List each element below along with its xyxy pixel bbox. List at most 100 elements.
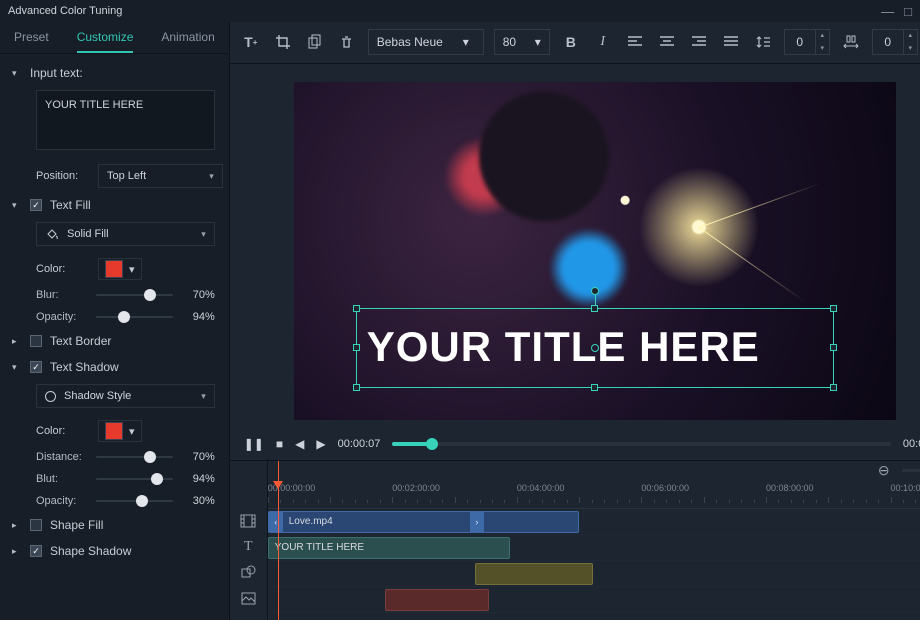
position-select[interactable]: Top Left ▾ [98, 164, 223, 188]
preview-canvas[interactable]: YOUR TITLE HERE [294, 82, 896, 420]
shape-fill-checkbox[interactable] [30, 519, 42, 531]
ruler-label: 00:04:00:00 [517, 483, 565, 493]
resize-handle[interactable] [353, 305, 360, 312]
shadow-distance-slider[interactable] [96, 450, 173, 464]
ruler-label: 00:08:00:00 [766, 483, 814, 493]
shadow-color-picker[interactable]: ▾ [98, 420, 142, 442]
section-text-fill[interactable]: ▾ Text Fill [8, 192, 229, 218]
tab-preset[interactable]: Preset [14, 22, 49, 53]
shadow-style-select[interactable]: Shadow Style ▾ [36, 384, 215, 408]
resize-handle[interactable] [353, 344, 360, 351]
chevron-down-icon: ▾ [12, 200, 22, 211]
shape-lane[interactable] [268, 561, 920, 587]
video-lane[interactable]: ‹ Love.mp4 › [268, 509, 920, 535]
fill-color-picker[interactable]: ▾ [98, 258, 142, 280]
spacing-1-input[interactable]: 0 ▴▾ [784, 29, 830, 55]
shape-shadow-checkbox[interactable] [30, 545, 42, 557]
section-text-shadow[interactable]: ▾ Text Shadow [8, 354, 229, 380]
playhead[interactable] [278, 461, 279, 620]
blur-value: 70% [181, 289, 215, 301]
center-handle[interactable] [591, 344, 599, 352]
shape-fill-header: Shape Fill [50, 518, 103, 532]
fill-opacity-slider[interactable] [96, 310, 173, 324]
pause-button[interactable]: ❚❚ [244, 437, 264, 451]
stop-button[interactable]: ■ [276, 437, 283, 451]
title-lane[interactable]: YOUR TITLE HERE [268, 535, 920, 561]
blur-value: 94% [181, 473, 215, 485]
align-justify-icon[interactable] [720, 31, 742, 53]
chevron-right-icon: ▸ [12, 546, 22, 557]
window-titlebar: Advanced Color Tuning — □ [0, 0, 920, 22]
video-track-icon[interactable] [230, 508, 267, 534]
fill-mode-select[interactable]: Solid Fill ▾ [36, 222, 215, 246]
window-max-icon[interactable]: □ [904, 4, 912, 19]
text-fill-checkbox[interactable] [30, 199, 42, 211]
text-shadow-checkbox[interactable] [30, 361, 42, 373]
letter-spacing-icon[interactable] [840, 31, 862, 53]
resize-handle[interactable] [591, 305, 598, 312]
line-height-icon[interactable] [752, 31, 774, 53]
text-fill-header: Text Fill [50, 198, 91, 212]
spacing-2-input[interactable]: 0 ▴▾ [872, 29, 918, 55]
chevron-down-icon: ▾ [129, 425, 135, 438]
trash-icon[interactable] [336, 31, 358, 53]
clip-label: YOUR TITLE HERE [275, 542, 364, 553]
text-border-checkbox[interactable] [30, 335, 42, 347]
image-lane[interactable] [268, 587, 920, 613]
title-text-input[interactable]: YOUR TITLE HERE [36, 90, 215, 150]
resize-handle[interactable] [830, 384, 837, 391]
blur-label: Blur: [36, 289, 88, 301]
section-shape-fill[interactable]: ▸ Shape Fill [8, 512, 229, 538]
duplicate-icon[interactable] [304, 31, 326, 53]
section-shape-shadow[interactable]: ▸ Shape Shadow [8, 538, 229, 564]
next-frame-button[interactable]: ▶ [316, 437, 325, 451]
step-down-icon[interactable]: ▾ [903, 42, 917, 55]
step-down-icon[interactable]: ▾ [815, 42, 829, 55]
distance-value: 70% [181, 451, 215, 463]
italic-button[interactable]: I [592, 31, 614, 53]
crop-icon[interactable] [272, 31, 294, 53]
resize-handle[interactable] [830, 344, 837, 351]
text-track-icon[interactable]: T [230, 534, 267, 560]
step-up-icon[interactable]: ▴ [903, 29, 917, 42]
tab-animation[interactable]: Animation [161, 22, 214, 53]
ruler-label: 00:06:00:00 [641, 483, 689, 493]
clip-trim-left[interactable]: ‹ [269, 512, 283, 532]
align-right-icon[interactable] [688, 31, 710, 53]
chevron-down-icon: ▾ [201, 391, 206, 402]
section-text-border[interactable]: ▸ Text Border [8, 328, 229, 354]
image-track-icon[interactable] [230, 586, 267, 612]
shape-clip[interactable] [475, 563, 593, 585]
opacity-value: 30% [181, 495, 215, 507]
progress-thumb[interactable] [426, 438, 438, 450]
step-up-icon[interactable]: ▴ [815, 29, 829, 42]
resize-handle[interactable] [591, 384, 598, 391]
section-input-text[interactable]: ▾ Input text: [8, 60, 229, 86]
align-center-icon[interactable] [656, 31, 678, 53]
shape-track-icon[interactable] [230, 560, 267, 586]
title-clip[interactable]: YOUR TITLE HERE [268, 537, 510, 559]
resize-handle[interactable] [830, 305, 837, 312]
clip-trim-right[interactable]: › [470, 512, 484, 532]
title-bounding-box[interactable]: YOUR TITLE HERE [356, 308, 834, 388]
font-size-select[interactable]: 80 ▾ [494, 29, 550, 55]
zoom-out-button[interactable]: ⊖ [876, 462, 892, 479]
font-select[interactable]: Bebas Neue ▾ [368, 29, 484, 55]
tab-customize[interactable]: Customize [77, 22, 134, 53]
chevron-right-icon: ▸ [12, 520, 22, 531]
align-left-icon[interactable] [624, 31, 646, 53]
window-min-icon[interactable]: — [881, 4, 894, 19]
progress-slider[interactable] [392, 442, 891, 446]
resize-handle[interactable] [353, 384, 360, 391]
prev-frame-button[interactable]: ◀ [295, 437, 304, 451]
shadow-opacity-slider[interactable] [96, 494, 173, 508]
zoom-slider[interactable] [902, 469, 920, 472]
bold-button[interactable]: B [560, 31, 582, 53]
image-clip[interactable] [385, 589, 489, 611]
add-text-icon[interactable]: T+ [240, 31, 262, 53]
video-clip[interactable]: ‹ Love.mp4 › [268, 511, 579, 533]
timeline-ruler[interactable]: 00:00:00:0000:02:00:0000:04:00:0000:06:0… [268, 481, 920, 509]
fill-blur-slider[interactable] [96, 288, 173, 302]
shadow-blur-slider[interactable] [96, 472, 173, 486]
rotate-handle[interactable] [591, 287, 599, 295]
